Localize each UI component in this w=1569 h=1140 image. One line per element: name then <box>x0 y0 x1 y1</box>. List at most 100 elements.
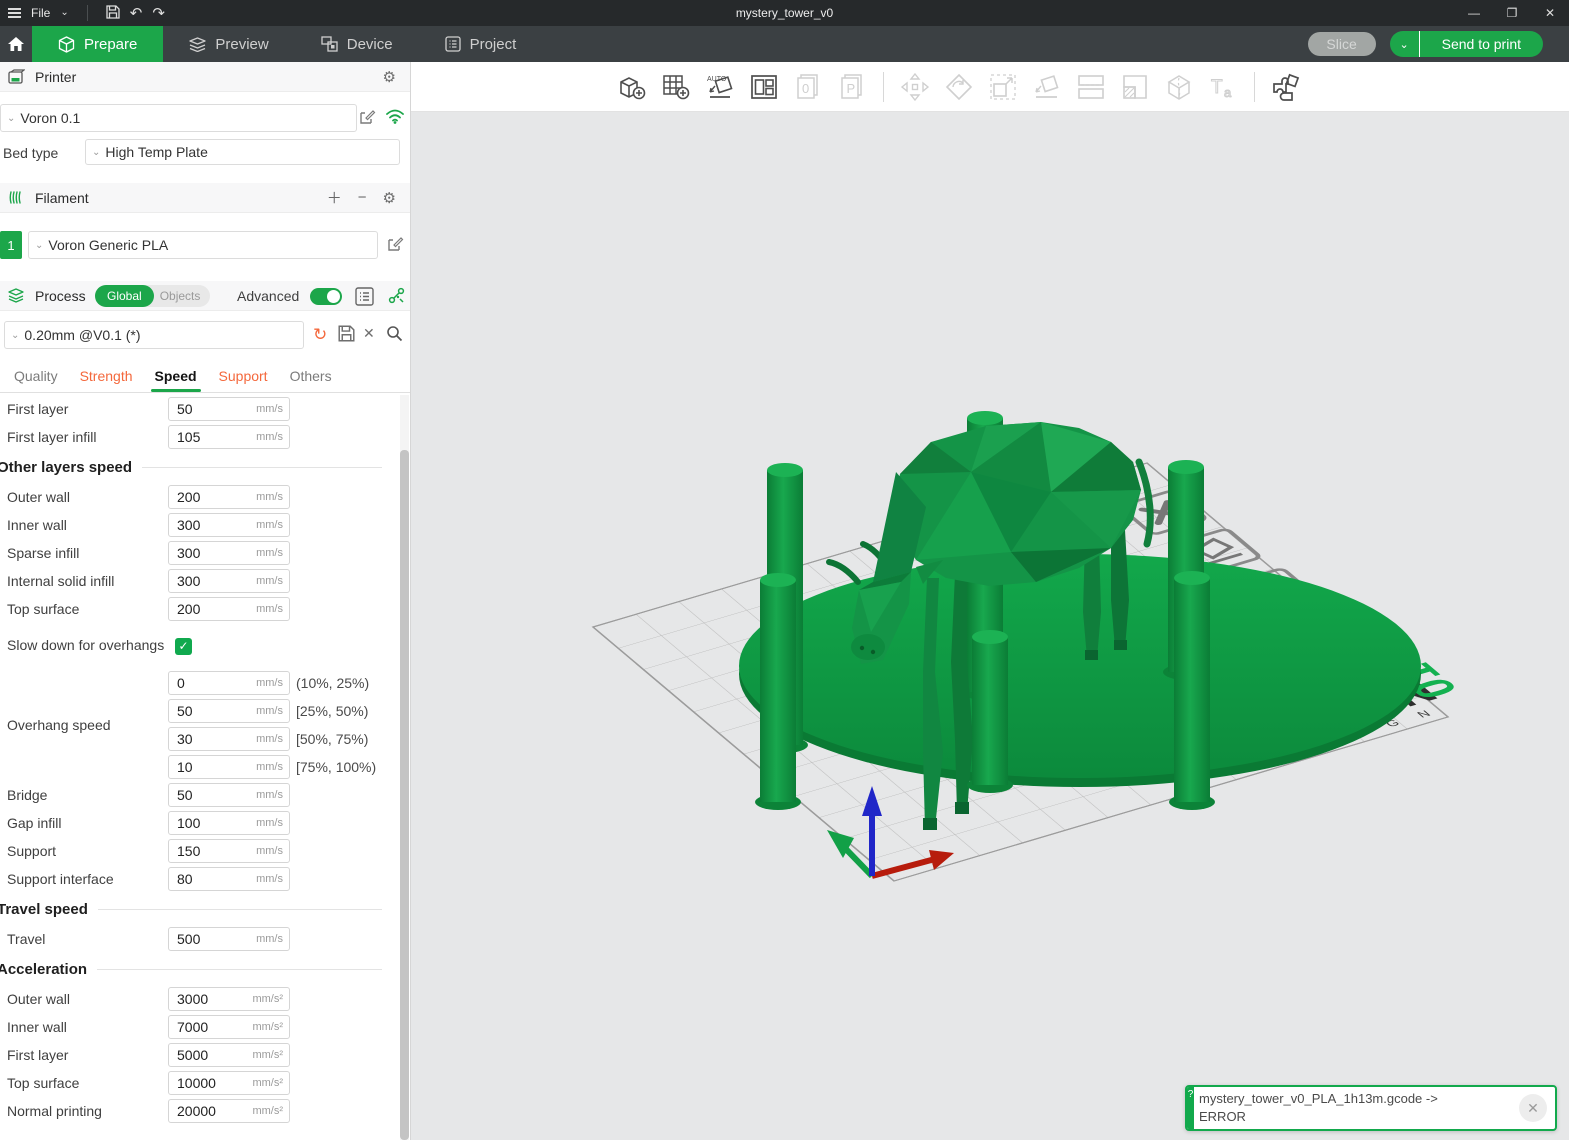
tab-preview[interactable]: Preview <box>163 26 294 62</box>
clear-profile-icon[interactable]: ✕ <box>363 325 375 342</box>
send-to-print-button[interactable]: Send to print <box>1420 36 1543 52</box>
scrollbar-thumb[interactable] <box>400 450 409 1140</box>
add-model-icon[interactable] <box>615 69 649 105</box>
value-input[interactable]: 100mm/s <box>168 811 290 835</box>
value-input[interactable]: 30mm/s <box>168 727 290 751</box>
scope-objects-button[interactable]: Objects <box>154 289 201 303</box>
viewport-3d[interactable]: VORON D E S I G N 01 <box>411 112 1569 1140</box>
value-input[interactable]: 50mm/s <box>168 699 290 723</box>
bed-type-select[interactable]: ⌄ High Temp Plate <box>85 139 400 165</box>
file-menu[interactable]: File <box>31 6 50 20</box>
wifi-icon[interactable] <box>385 108 405 124</box>
advanced-toggle[interactable] <box>310 288 342 305</box>
value-input[interactable]: 150mm/s <box>168 839 290 863</box>
setting-label: Outer wall <box>0 489 168 505</box>
setting-label: First layer <box>0 401 168 417</box>
value-input[interactable]: 300mm/s <box>168 541 290 565</box>
value-input[interactable]: 20000mm/s² <box>168 1099 290 1123</box>
unit-label: mm/s <box>256 431 289 443</box>
value-input[interactable]: 50mm/s <box>168 783 290 807</box>
setting-label: Inner wall <box>0 517 168 533</box>
process-profile-select[interactable]: ⌄ 0.20mm @V0.1 (*) <box>4 321 304 349</box>
unit-label: mm/s <box>256 761 289 773</box>
printer-select[interactable]: ⌄ Voron 0.1 <box>0 104 357 132</box>
value-input[interactable]: 200mm/s <box>168 597 290 621</box>
value-input[interactable]: 5000mm/s² <box>168 1043 290 1067</box>
process-tab-strength[interactable]: Strength <box>72 368 141 392</box>
remove-filament-button[interactable]: − <box>358 189 367 206</box>
menu-icon[interactable] <box>8 6 21 20</box>
value-input[interactable]: 300mm/s <box>168 569 290 593</box>
unit-label: mm/s <box>256 491 289 503</box>
add-filament-button[interactable]: ＋ <box>327 187 342 208</box>
edit-printer-icon[interactable] <box>358 108 376 126</box>
compare-parameters-icon[interactable] <box>388 287 406 305</box>
close-button[interactable]: ✕ <box>1531 0 1569 26</box>
home-button[interactable] <box>0 26 32 62</box>
filament-select[interactable]: ⌄ Voron Generic PLA <box>28 231 378 259</box>
toolbar-divider <box>883 72 884 102</box>
value-input[interactable]: 500mm/s <box>168 927 290 951</box>
printer-section-header: Printer ⚙ <box>0 62 410 92</box>
setting-label: Top surface <box>0 1075 168 1091</box>
setting-label: Support <box>0 843 168 859</box>
model-base-disc[interactable] <box>739 554 1421 787</box>
filament-section-title: Filament <box>35 190 89 206</box>
undo-icon[interactable]: ↶ <box>130 6 143 21</box>
arrange-icon[interactable] <box>747 69 781 105</box>
toast-status: ERROR <box>1199 1108 1519 1126</box>
chevron-down-icon[interactable]: ⌄ <box>60 8 68 18</box>
settings-row: Slow down for overhangs✓ <box>0 623 396 669</box>
settings-section-header: Acceleration <box>0 953 396 985</box>
unit-label: mm/s <box>256 733 289 745</box>
tab-prepare[interactable]: Prepare <box>32 26 163 62</box>
setting-label: Internal solid infill <box>0 573 168 589</box>
filament-section-header: Filament ＋ − ⚙ <box>0 183 410 213</box>
send-options-chevron-icon[interactable]: ⌄ <box>1390 31 1420 57</box>
value-input[interactable]: 300mm/s <box>168 513 290 537</box>
value-input[interactable]: 3000mm/s² <box>168 987 290 1011</box>
filament-slot-badge[interactable]: 1 <box>0 231 22 259</box>
process-tab-quality[interactable]: Quality <box>6 368 66 392</box>
setting-label: Inner wall <box>0 1019 168 1035</box>
process-tab-speed[interactable]: Speed <box>147 368 205 392</box>
value-input[interactable]: 10mm/s <box>168 755 290 779</box>
value-input[interactable]: 80mm/s <box>168 867 290 891</box>
tab-project[interactable]: Project <box>419 26 543 62</box>
assembly-icon[interactable] <box>1269 69 1303 105</box>
search-icon[interactable] <box>386 325 403 342</box>
toast-close-icon[interactable]: ✕ <box>1519 1094 1547 1122</box>
edit-filament-icon[interactable] <box>386 235 404 253</box>
add-plate-icon[interactable] <box>659 69 693 105</box>
maximize-button[interactable]: ❐ <box>1493 0 1531 26</box>
doc-p-icon: P <box>835 69 869 105</box>
redo-icon[interactable]: ↷ <box>152 6 165 21</box>
minimize-button[interactable]: — <box>1455 0 1493 26</box>
parameter-list-icon[interactable] <box>355 287 374 306</box>
save-icon[interactable] <box>106 5 120 21</box>
value-input[interactable]: 50mm/s <box>168 397 290 421</box>
save-profile-icon[interactable] <box>338 325 355 342</box>
reset-profile-icon[interactable]: ↻ <box>313 325 327 345</box>
value-input[interactable]: 200mm/s <box>168 485 290 509</box>
split-objects-icon <box>1074 69 1108 105</box>
value-input[interactable]: 10000mm/s² <box>168 1071 290 1095</box>
settings-row: First layer5000mm/s² <box>0 1041 396 1069</box>
setting-label: Overhang speed <box>0 669 168 781</box>
scale-icon <box>986 69 1020 105</box>
value-input[interactable]: 0mm/s <box>168 671 290 695</box>
tab-device[interactable]: Device <box>295 26 419 62</box>
auto-orient-icon[interactable]: AUTO <box>703 69 737 105</box>
slice-button[interactable]: Slice <box>1308 32 1376 56</box>
value-input[interactable]: 7000mm/s² <box>168 1015 290 1039</box>
process-tab-others[interactable]: Others <box>282 368 340 392</box>
unit-label: mm/s <box>256 845 289 857</box>
toolbar-strip: AUTO0PTa <box>411 62 1569 112</box>
process-tab-support[interactable]: Support <box>211 368 276 392</box>
filament-settings-gear-icon[interactable]: ⚙ <box>383 189 396 207</box>
value-input[interactable]: 105mm/s <box>168 425 290 449</box>
printer-settings-gear-icon[interactable]: ⚙ <box>383 68 396 86</box>
range-label: [25%, 50%) <box>296 703 368 719</box>
scope-global-button[interactable]: Global <box>95 285 154 307</box>
checkbox-checked[interactable]: ✓ <box>175 638 192 655</box>
